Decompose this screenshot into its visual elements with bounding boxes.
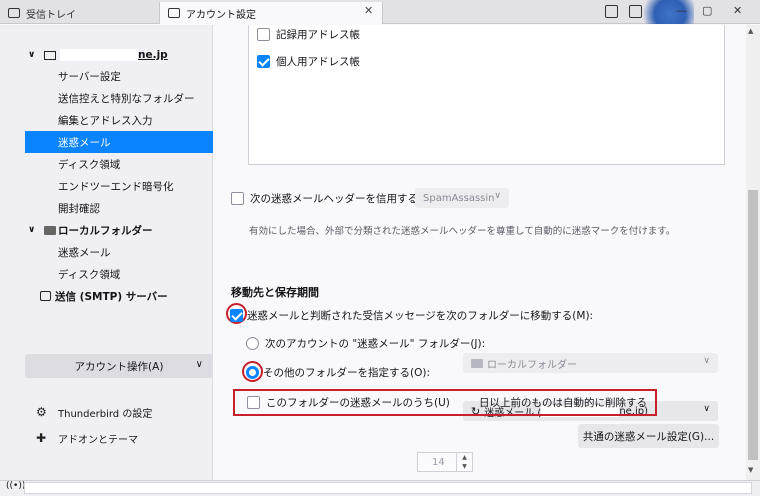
radio-account-junk[interactable]: 次のアカウントの "迷惑メール" フォルダー(J): (246, 336, 485, 351)
sidebar-item-label: 編集とアドレス入力 (58, 114, 153, 127)
tab-account-settings-label: アカウント設定 (186, 9, 256, 21)
sidebar-item-server[interactable]: サーバー設定 (25, 65, 213, 87)
days-value: 14 (432, 456, 445, 468)
server-icon (40, 291, 51, 301)
sidebar-item-receipts[interactable]: 開封確認 (25, 197, 213, 219)
trust-header-select[interactable]: SpamAssassin ∨ (415, 188, 509, 208)
close-window-icon[interactable]: ✕ (733, 4, 742, 17)
addons-link[interactable]: ✚ アドオンとテーマ (36, 429, 138, 447)
sidebar-item-label: ディスク領域 (58, 158, 121, 171)
radio-other-folder[interactable]: その他のフォルダーを指定する(O): (246, 365, 430, 380)
online-status-icon[interactable]: ((•)) (6, 481, 25, 491)
sidebar-item-label: 迷惑メール (58, 136, 111, 149)
trust-header-option[interactable]: 次の迷惑メールヘッダーを信用する(T): (231, 191, 436, 206)
envelope-icon (8, 8, 20, 18)
sidebar-item-local-junk[interactable]: 迷惑メール (25, 241, 213, 263)
sidebar-item-label: ディスク領域 (58, 268, 121, 281)
maximize-icon[interactable]: ▢ (702, 4, 712, 17)
scroll-down-icon[interactable]: ▼ (748, 466, 753, 474)
sidebar-item-e2ee[interactable]: エンドツーエンド暗号化 (25, 175, 213, 197)
address-book-item[interactable]: 個人用アドレス帳 (257, 54, 360, 69)
close-tab-icon[interactable]: ✕ (364, 4, 750, 17)
sidebar-item-junk[interactable]: 迷惑メール (25, 131, 213, 153)
calendar-icon[interactable] (605, 5, 618, 18)
sidebar-item-disk[interactable]: ディスク領域 (25, 153, 213, 175)
sidebar-item-label: エンドツーエンド暗号化 (58, 180, 174, 193)
auto-delete-checkbox[interactable] (247, 396, 260, 409)
account-actions-label: アカウント操作(A) (74, 360, 164, 373)
sidebar-item-label: 送信控えと特別なフォルダー (58, 92, 195, 105)
tasks-icon[interactable] (629, 5, 642, 18)
chevron-down-icon: ∨ (494, 191, 501, 201)
scrollbar-thumb[interactable] (748, 190, 758, 460)
radio-button[interactable] (246, 366, 259, 379)
trust-header-checkbox[interactable] (231, 192, 244, 205)
auto-delete-suffix: 日以上前のものは自動的に削除する (479, 395, 647, 410)
radio-button[interactable] (246, 337, 259, 350)
auto-delete-suffix-label: 日以上前のものは自動的に削除する (479, 397, 647, 409)
status-text-field (24, 482, 752, 494)
section-title: 移動先と保存期間 (231, 286, 319, 299)
address-book-checkbox[interactable] (257, 55, 270, 68)
address-book-checkbox[interactable] (257, 28, 270, 41)
days-stepper[interactable]: 14 ▲ ▼ (417, 452, 473, 472)
sidebar-item-label: サーバー設定 (58, 70, 121, 83)
account-actions-button[interactable]: アカウント操作(A) ∨ (25, 354, 213, 378)
auto-delete-label: このフォルダーの迷惑メールのうち(U) (266, 397, 450, 409)
chevron-down-icon: ∨ (195, 359, 203, 370)
move-junk-checkbox[interactable] (230, 309, 243, 322)
address-book-item[interactable]: 記録用アドレス帳 (257, 27, 360, 42)
folder-icon (471, 358, 483, 368)
thunderbird-settings-link[interactable]: ⚙ Thunderbird の設定 (36, 403, 153, 421)
address-book-label: 個人用アドレス帳 (276, 56, 360, 68)
auto-delete-option[interactable]: このフォルダーの迷惑メールのうち(U) (247, 395, 450, 410)
chevron-down-icon: ∨ (703, 404, 710, 414)
puzzle-icon: ✚ (36, 431, 47, 445)
sidebar-item-composition[interactable]: 編集とアドレス入力 (25, 109, 213, 131)
gear-icon: ⚙ (36, 405, 47, 419)
scroll-up-icon[interactable]: ▲ (748, 27, 753, 35)
sidebar-account[interactable]: ∨ ne.jp (28, 44, 168, 66)
thunderbird-settings-label: Thunderbird の設定 (58, 408, 153, 420)
chevron-down-icon: ∨ (703, 356, 710, 366)
chevron-down-icon: ∨ (28, 225, 36, 235)
sidebar-item-label: 開封確認 (58, 202, 100, 215)
sidebar-item-local-disk[interactable]: ディスク領域 (25, 263, 213, 285)
radio-other-label: その他のフォルダーを指定する(O): (263, 367, 430, 379)
move-junk-label: 迷惑メールと判断された受信メッセージを次のフォルダーに移動する(M): (247, 310, 594, 322)
account-folder-select[interactable]: ローカルフォルダー ∨ (463, 353, 718, 373)
tab-account-settings[interactable]: アカウント設定 (159, 2, 383, 24)
smtp-label: 送信 (SMTP) サーバー (55, 290, 168, 303)
settings-tab-icon (168, 8, 180, 18)
redacted-account-name (60, 49, 138, 61)
trust-header-description: 有効にした場合、外部で分類された迷惑メールヘッダーを尊重して自動的に迷惑マークを… (249, 226, 676, 237)
global-junk-settings-button[interactable]: 共通の迷惑メール設定(G)... (578, 424, 719, 448)
address-book-label: 記録用アドレス帳 (276, 29, 360, 41)
trust-header-value: SpamAssassin (423, 192, 495, 204)
global-junk-settings-label: 共通の迷惑メール設定(G)... (582, 430, 715, 443)
addons-label: アドオンとテーマ (58, 434, 138, 446)
stepper-arrows-icon[interactable]: ▲ ▼ (456, 453, 472, 471)
minimize-icon[interactable]: — (676, 4, 687, 17)
address-book-list[interactable] (248, 25, 725, 165)
sidebar-item-label: 迷惑メール (58, 246, 111, 259)
sidebar-local-folders[interactable]: ∨ ローカルフォルダー (28, 219, 153, 241)
tab-inbox[interactable]: 受信トレイ (0, 2, 158, 24)
sidebar-smtp[interactable]: 送信 (SMTP) サーバー (40, 285, 168, 307)
tab-inbox-label: 受信トレイ (26, 9, 76, 21)
account-domain: ne.jp (138, 49, 168, 61)
chevron-down-icon: ∨ (28, 50, 36, 60)
account-folder-value: ローカルフォルダー (487, 359, 577, 371)
local-folders-label: ローカルフォルダー (58, 224, 153, 237)
radio-account-label: 次のアカウントの "迷惑メール" フォルダー(J): (265, 338, 486, 350)
folder-icon (44, 225, 56, 235)
move-junk-option[interactable]: 迷惑メールと判断された受信メッセージを次のフォルダーに移動する(M): (230, 308, 593, 323)
envelope-icon (44, 50, 56, 60)
trust-header-label: 次の迷惑メールヘッダーを信用する(T): (250, 193, 437, 205)
sidebar-item-copies[interactable]: 送信控えと特別なフォルダー (25, 87, 213, 109)
